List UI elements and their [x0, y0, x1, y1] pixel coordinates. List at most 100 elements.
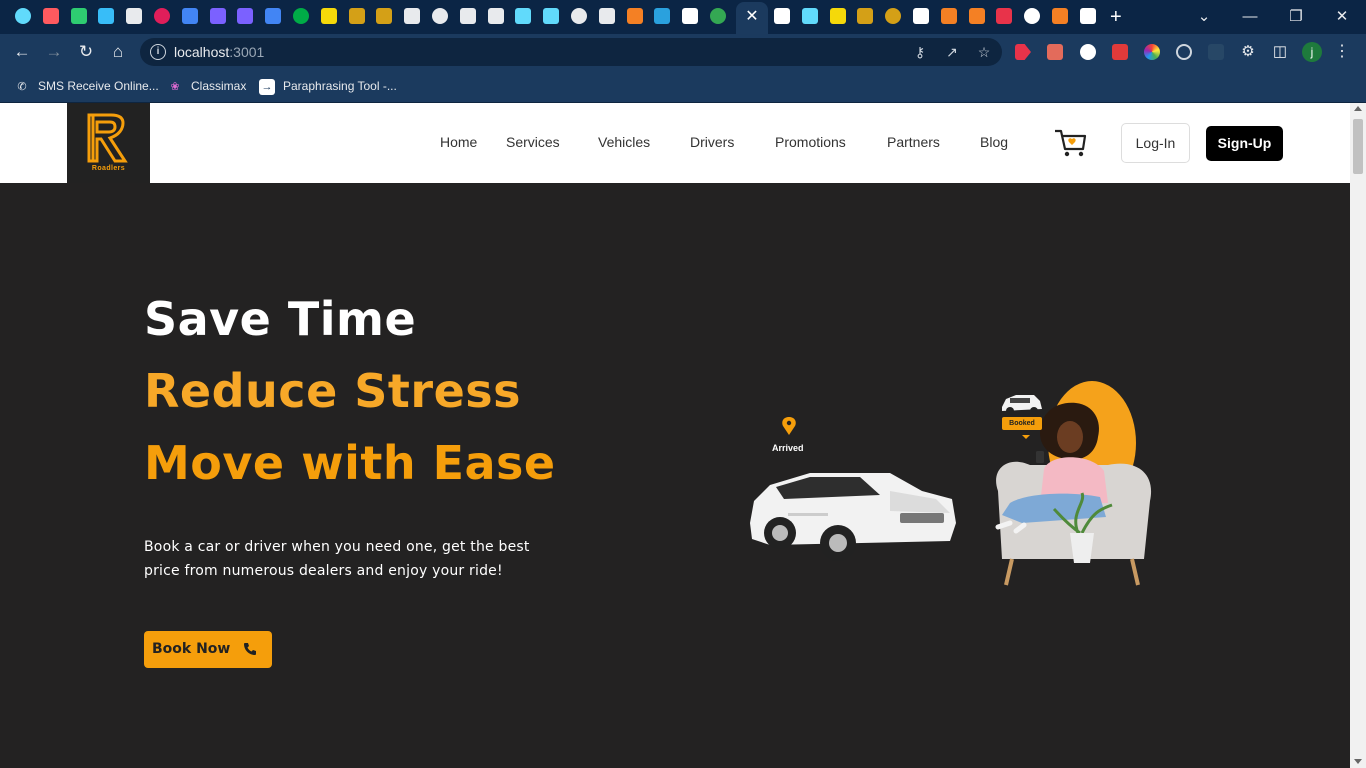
tab-favicon-icon[interactable]	[293, 8, 309, 24]
reload-icon[interactable]: ↻	[75, 41, 97, 63]
nav-blog[interactable]: Blog	[980, 133, 1008, 151]
home-icon[interactable]: ⌂	[107, 41, 129, 63]
tab-favicon-icon[interactable]	[459, 8, 476, 24]
bookmark-star-icon[interactable]: ☆	[976, 44, 992, 60]
tab-favicon-icon[interactable]	[1079, 8, 1096, 24]
white-suv-image	[750, 473, 956, 561]
bookmark-classimax[interactable]: ❀ Classimax	[167, 77, 246, 95]
back-icon[interactable]: ←	[11, 41, 33, 63]
bookmark-sms-receive[interactable]: ✆ SMS Receive Online...	[14, 77, 159, 95]
side-panel-icon[interactable]: ◫	[1269, 41, 1291, 63]
page-scrollbar[interactable]	[1350, 103, 1366, 768]
bookmark-label: SMS Receive Online...	[38, 79, 159, 93]
scroll-thumb[interactable]	[1353, 119, 1363, 174]
tab-favicon-icon[interactable]	[1024, 8, 1041, 24]
nav-partners[interactable]: Partners	[887, 133, 940, 151]
lotus-icon: ❀	[170, 80, 180, 93]
tab-favicon-icon[interactable]	[154, 8, 170, 24]
bookmark-paraphrasing-tool[interactable]: → Paraphrasing Tool -...	[259, 77, 397, 95]
tab-favicon-icon[interactable]	[996, 8, 1013, 24]
tab-favicon-icon[interactable]	[774, 8, 790, 24]
small-car-image	[1002, 395, 1042, 415]
signup-button[interactable]: Sign-Up	[1206, 126, 1283, 161]
extension-puzzle-red-icon[interactable]	[1112, 44, 1128, 60]
tab-favicon-icon[interactable]	[829, 8, 846, 24]
extension-video-icon[interactable]	[1015, 44, 1031, 60]
tab-favicon-icon[interactable]	[913, 8, 929, 24]
tab-favicon-icon[interactable]	[801, 8, 818, 24]
forward-icon[interactable]: →	[43, 41, 65, 63]
minimize-button[interactable]: —	[1240, 6, 1260, 28]
site-logo[interactable]: Roadlers	[67, 103, 150, 183]
close-window-button[interactable]: ✕	[1332, 6, 1352, 28]
hero-headline-1: Save Time	[144, 292, 417, 346]
extension-circle-icon[interactable]	[1080, 44, 1096, 60]
extension-dark-icon[interactable]	[1208, 44, 1224, 60]
tab-favicon-icon[interactable]	[98, 8, 115, 24]
hero-headline-2: Reduce Stress	[144, 364, 522, 418]
tab-favicon-icon[interactable]	[682, 8, 699, 24]
nav-vehicles[interactable]: Vehicles	[598, 133, 650, 151]
bookmark-label: Classimax	[191, 79, 247, 93]
book-now-button[interactable]: Book Now	[144, 631, 272, 668]
address-bar[interactable]: i localhost:3001 ⚷ ↗ ☆	[140, 38, 1002, 66]
login-button[interactable]: Log-In	[1121, 123, 1190, 163]
extensions-puzzle-icon[interactable]: ⚙	[1237, 41, 1259, 63]
url-port: :3001	[229, 44, 265, 60]
tab-favicon-icon[interactable]	[42, 8, 59, 24]
cart-icon[interactable]	[1053, 127, 1087, 159]
paraphrase-icon: →	[259, 78, 275, 95]
url-text[interactable]: localhost:3001	[174, 44, 264, 60]
tab-favicon-icon[interactable]	[237, 8, 254, 24]
tab-favicon-icon[interactable]	[543, 8, 560, 24]
extension-colorpicker-icon[interactable]	[1144, 44, 1160, 60]
nav-services[interactable]: Services	[506, 133, 560, 151]
extension-card-icon[interactable]	[1047, 44, 1063, 60]
logo-text: Roadlers	[91, 165, 126, 172]
tab-favicon-icon[interactable]	[654, 8, 671, 24]
tab-favicon-icon[interactable]	[710, 8, 726, 24]
hero-description: Book a car or driver when you need one, …	[144, 539, 530, 579]
tab-favicon-icon[interactable]	[126, 8, 143, 24]
bookmarks-bar: ✆ SMS Receive Online... ❀ Classimax → Parap…	[0, 70, 1366, 103]
tab-favicon-icon[interactable]	[209, 8, 226, 24]
profile-avatar[interactable]: j	[1302, 42, 1322, 62]
tab-favicon-icon[interactable]	[885, 8, 902, 24]
tab-favicon-icon[interactable]	[857, 8, 874, 24]
tab-favicon-icon[interactable]	[404, 8, 421, 24]
arrived-label: Arrived	[772, 443, 804, 453]
restore-button[interactable]: ❐	[1286, 6, 1306, 28]
tab-favicon-icon[interactable]	[626, 8, 643, 24]
key-icon[interactable]: ⚷	[912, 44, 928, 60]
tab-favicon-icon[interactable]	[1052, 8, 1068, 24]
book-now-label: Book Now	[152, 641, 231, 657]
nav-home[interactable]: Home	[440, 133, 477, 151]
browser-tabstrip: ✕ + ⌄ — ❐ ✕	[0, 0, 1366, 34]
share-icon[interactable]: ↗	[944, 44, 960, 60]
tab-favicon-icon[interactable]	[376, 8, 393, 24]
menu-kebab-icon[interactable]: ⋮	[1334, 42, 1350, 62]
tab-close-icon[interactable]: ✕	[744, 6, 760, 28]
tab-favicon-icon[interactable]	[15, 8, 31, 24]
extension-target-icon[interactable]	[1176, 44, 1192, 60]
tab-favicon-icon[interactable]	[320, 8, 337, 24]
tab-favicon-icon[interactable]	[348, 8, 365, 24]
tab-search-button[interactable]: ⌄	[1194, 6, 1214, 28]
tab-favicon-icon[interactable]	[940, 8, 957, 24]
tab-favicon-icon[interactable]	[598, 8, 615, 24]
tab-favicon-icon[interactable]	[487, 8, 504, 24]
tab-favicon-icon[interactable]	[265, 8, 282, 24]
url-host: localhost	[174, 44, 230, 60]
scroll-up-arrow-icon[interactable]	[1354, 106, 1362, 111]
new-tab-button[interactable]: +	[1110, 6, 1122, 28]
tab-favicon-icon[interactable]	[571, 8, 587, 24]
tab-favicon-icon[interactable]	[515, 8, 532, 24]
tab-favicon-icon[interactable]	[70, 8, 87, 24]
tab-favicon-icon[interactable]	[968, 8, 985, 24]
tab-favicon-icon[interactable]	[432, 8, 448, 24]
scroll-down-arrow-icon[interactable]	[1354, 759, 1362, 764]
nav-promotions[interactable]: Promotions	[775, 133, 846, 151]
tab-favicon-icon[interactable]	[181, 8, 198, 24]
nav-drivers[interactable]: Drivers	[690, 133, 734, 151]
site-info-icon[interactable]: i	[150, 44, 166, 60]
